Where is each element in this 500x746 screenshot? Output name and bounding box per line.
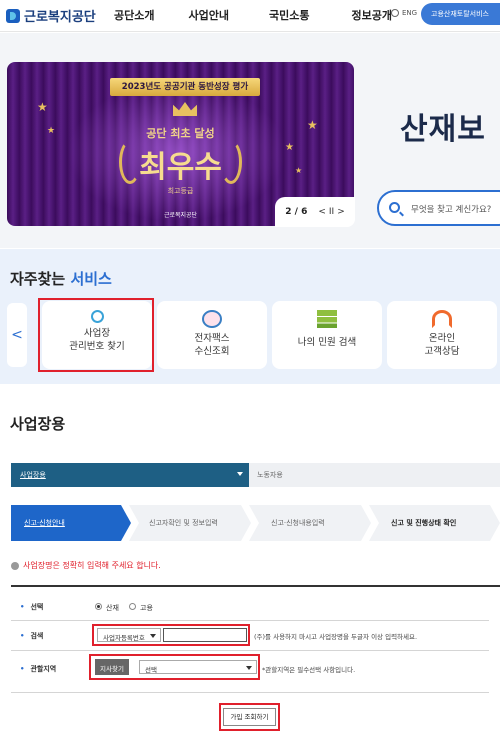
row-divider (11, 620, 489, 621)
search-label: 검색 (20, 631, 43, 641)
documents-icon (317, 310, 337, 328)
search-icon[interactable] (389, 202, 400, 213)
radio-employment-label[interactable]: 고용 (140, 603, 153, 613)
row-divider (11, 650, 489, 651)
language-label: ENG (402, 9, 418, 17)
choice-label: 선택 (20, 602, 43, 612)
star-icon: ★ (37, 100, 48, 114)
pager-pause-button[interactable]: II (329, 207, 334, 217)
radio-employment[interactable] (129, 603, 136, 610)
globe-icon (391, 9, 399, 17)
highlight-box (219, 703, 280, 731)
hero-title: 산재보 (400, 112, 486, 147)
nav-item-about[interactable]: 공단소개 (114, 7, 154, 23)
pager-prev-button[interactable]: < (318, 207, 326, 217)
pager-next-button[interactable]: > (337, 207, 345, 217)
row-divider (11, 692, 489, 693)
banner-badge: 2023년도 공공기관 동반성장 평가 (110, 78, 260, 96)
service-card-efax[interactable]: 전자팩스 수신조회 (157, 301, 267, 369)
pager-count: 2 / 6 (285, 207, 308, 217)
services-title: 자주찾는 서비스 (10, 268, 112, 289)
info-icon (11, 561, 19, 570)
region-hint: *관할지역은 필수선택 사항입니다. (262, 666, 356, 674)
step-status: 신고 및 진행상태 확인 (369, 505, 500, 541)
main-nav: 공단소개 사업안내 국민소통 정보공개 (114, 7, 426, 23)
highlight-box (38, 298, 154, 372)
highlight-box (92, 624, 250, 646)
step-identity: 신고자확인 및 정보입력 (129, 505, 251, 541)
service-label-line2: 고객상담 (424, 346, 460, 357)
radio-industrial-label[interactable]: 산재 (106, 603, 119, 613)
banner-grade: 최고등급 (167, 187, 194, 195)
logo-mark-icon (6, 8, 20, 23)
logo-text: 근로복지공단 (24, 10, 96, 25)
service-card-my-complaints[interactable]: 나의 민원 검색 (272, 301, 382, 369)
language-switch[interactable]: ENG (391, 9, 417, 17)
nav-item-business[interactable]: 사업안내 (188, 7, 228, 23)
region-label: 관할지역 (20, 664, 56, 674)
step-guide[interactable]: 신고·신청안내 (11, 505, 131, 541)
step-content: 신고·신청내용입력 (249, 505, 371, 541)
highlight-box (89, 654, 260, 680)
tab-business-label: 사업장용 (20, 471, 46, 479)
business-title: 사업장용 (10, 415, 66, 433)
service-label-line1: 전자팩스 (194, 333, 230, 344)
services-title-main: 자주찾는 (10, 270, 66, 288)
total-service-button[interactable]: 고용산재토탈서비스 (421, 3, 500, 25)
service-label-line1: 나의 민원 검색 (297, 337, 357, 348)
process-steps: 신고·신청안내 신고자확인 및 정보입력 신고·신청내용입력 신고 및 진행상태… (11, 505, 500, 541)
tab-business[interactable]: 사업장용 (11, 463, 249, 487)
banner-main-text: 최우수 (139, 150, 222, 185)
banner-pager: 2 / 6 < II > (275, 197, 355, 227)
notice-text: 사업장명은 정확히 입력해 주세요 합니다. (23, 561, 161, 570)
services-prev-button[interactable]: < (7, 303, 27, 367)
search-hint: (주)를 사용하지 마시고 사업장명을 두글자 이상 입력하세요. (254, 633, 418, 641)
service-card-online-counsel[interactable]: 온라인 고객상담 (387, 301, 497, 369)
service-label-line1: 온라인 (428, 333, 456, 344)
notice-message: 사업장명은 정확히 입력해 주세요 합니다. (11, 560, 161, 571)
site-header: 근로복지공단 공단소개 사업안내 국민소통 정보공개 ENG 고용산재토탈서비스 (0, 0, 500, 32)
site-search[interactable]: 무엇을 찾고 계신가요? (377, 190, 500, 226)
banner-subtitle: 공단 최초 달성 (146, 127, 215, 140)
services-title-accent: 서비스 (70, 270, 112, 288)
search-input[interactable]: 무엇을 찾고 계신가요? (411, 203, 491, 215)
tab-worker[interactable]: 노동자용 (257, 470, 283, 480)
nav-item-disclosure[interactable]: 정보공개 (351, 7, 391, 23)
radio-industrial[interactable] (95, 603, 102, 610)
fax-search-icon (202, 310, 222, 328)
nav-item-communication[interactable]: 국민소통 (269, 7, 309, 23)
headset-icon (432, 310, 452, 328)
site-logo[interactable]: 근로복지공단 (6, 6, 96, 25)
service-label-line2: 수신조회 (194, 346, 230, 357)
chevron-down-icon (237, 472, 243, 476)
